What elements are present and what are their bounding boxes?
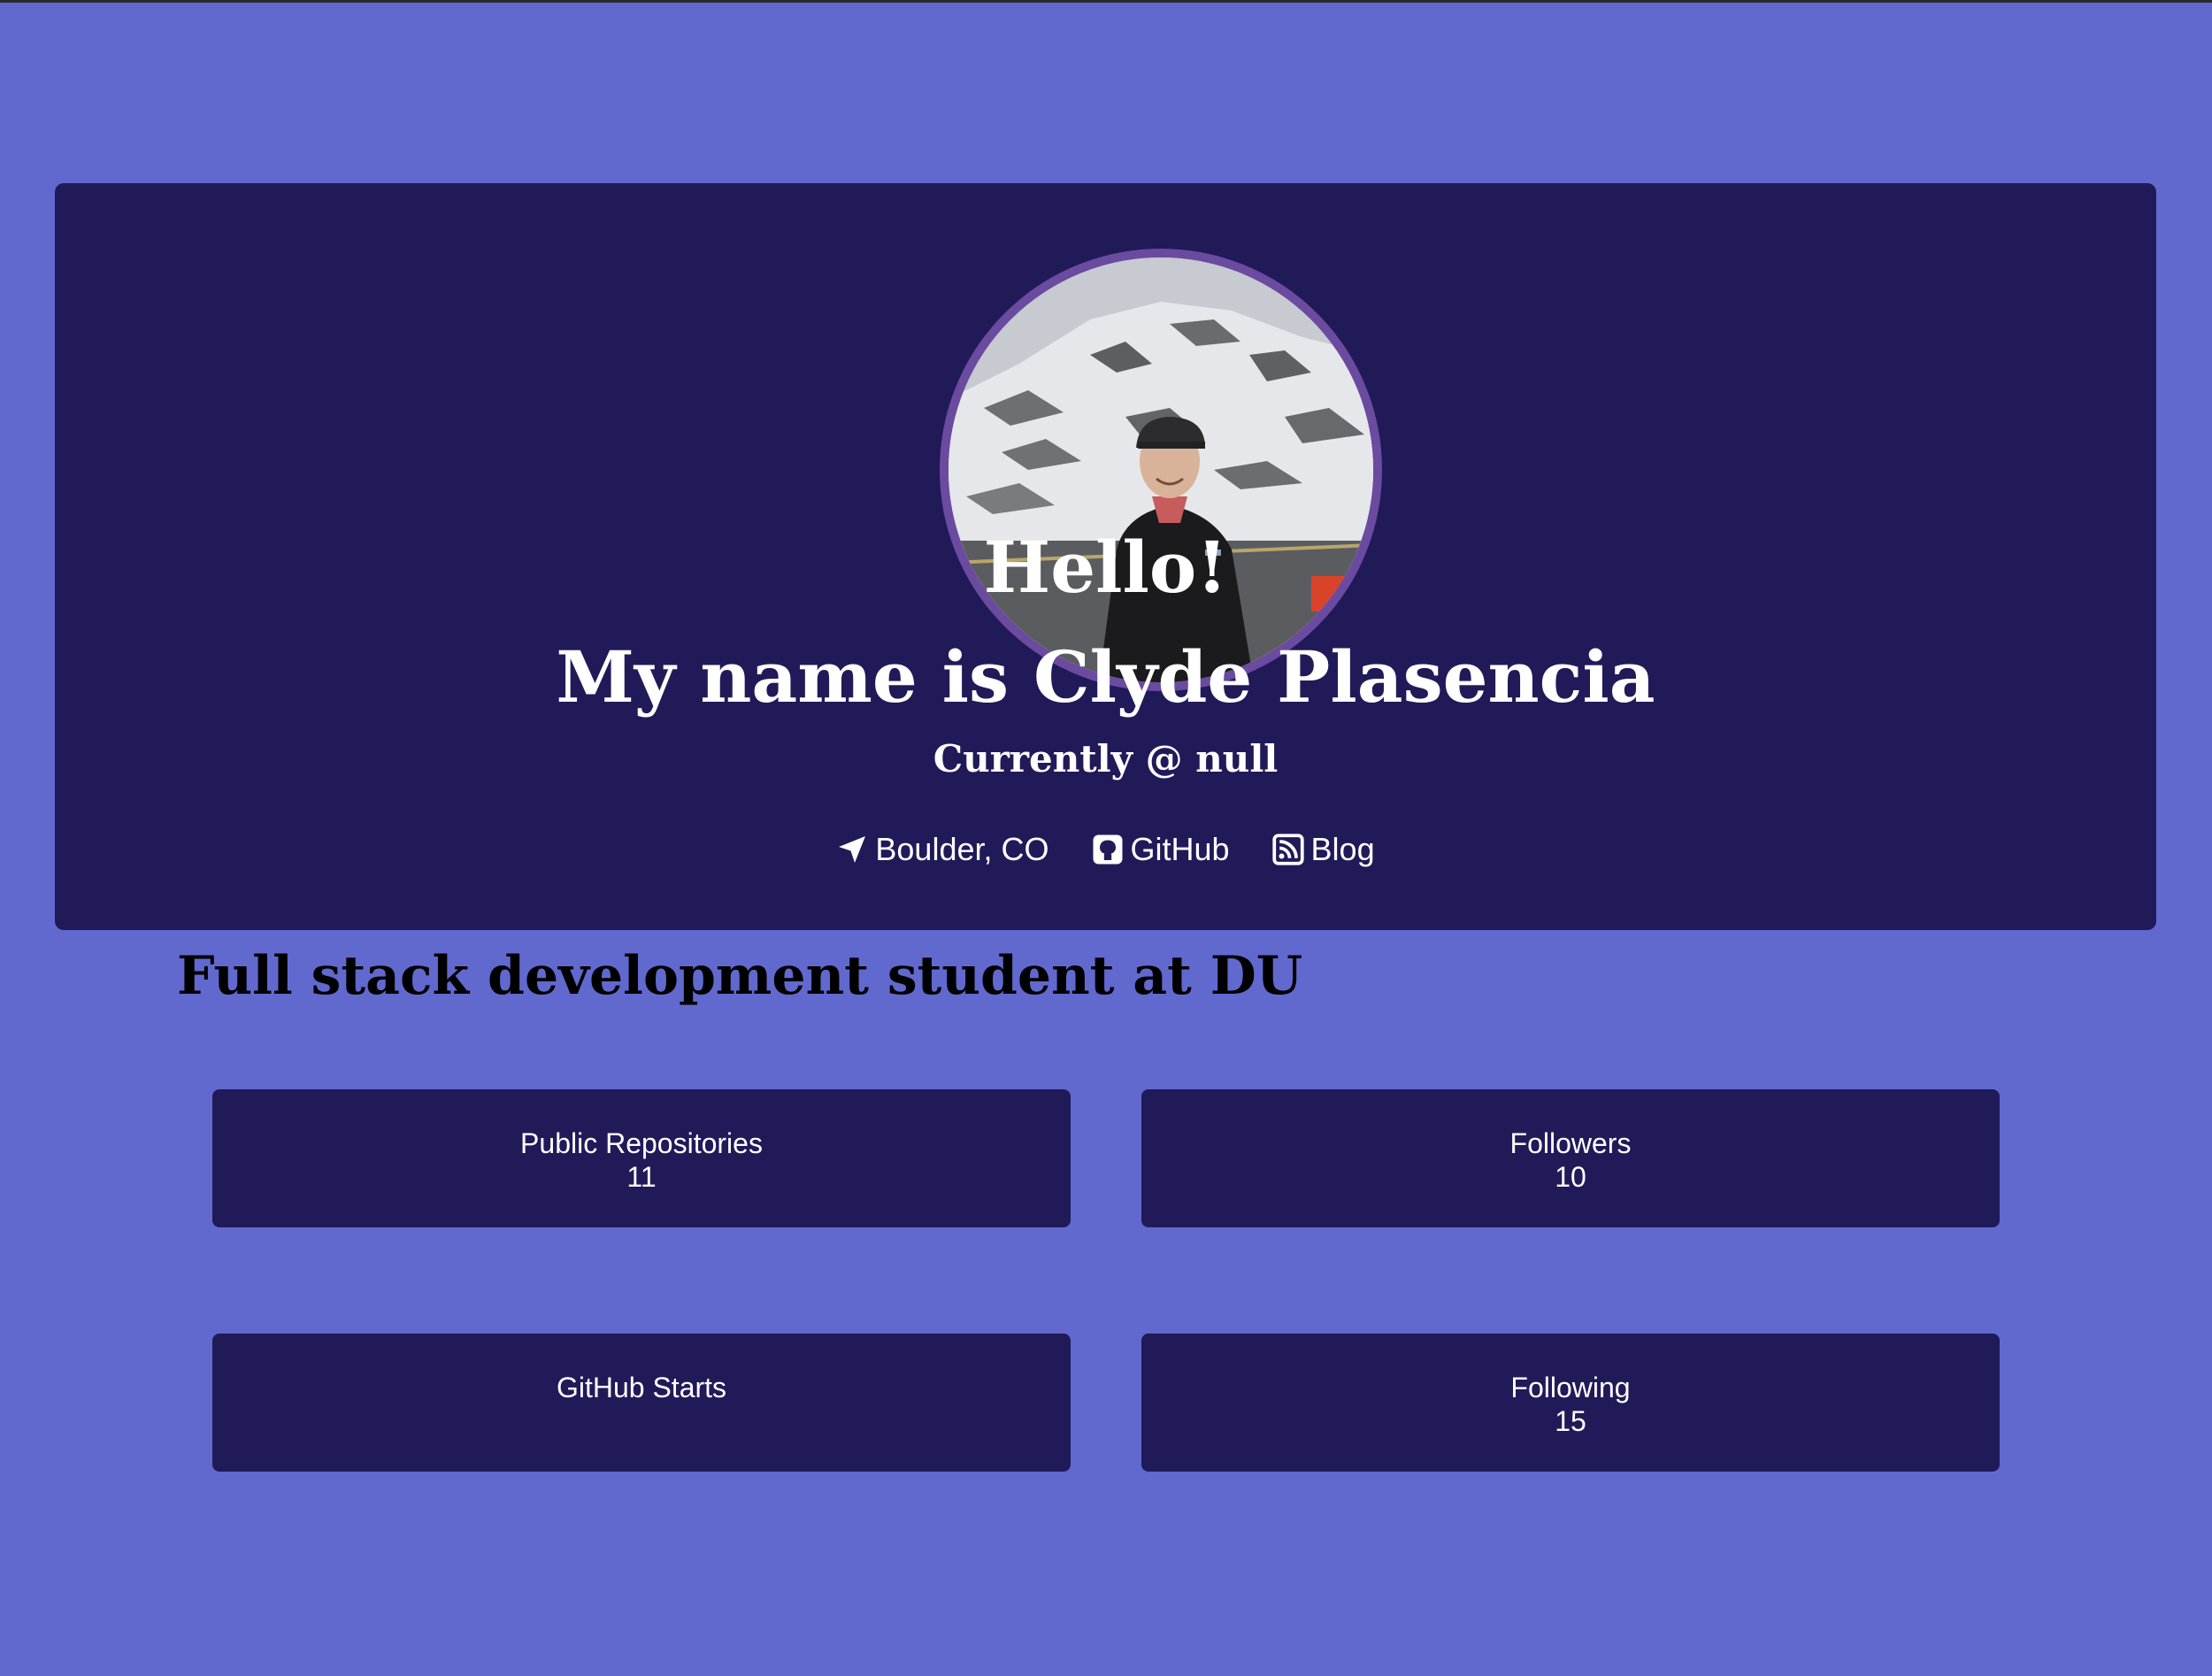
github-icon <box>1093 834 1122 865</box>
avatar <box>940 249 1382 691</box>
stat-card-following: Following 15 <box>1141 1334 2000 1472</box>
avatar-photo <box>949 258 1373 682</box>
location-label: Boulder, CO <box>875 831 1049 867</box>
location-arrow-icon <box>839 836 866 863</box>
stat-card-followers: Followers 10 <box>1141 1089 2000 1227</box>
stat-value: 11 <box>626 1161 657 1193</box>
stat-label: Followers <box>1509 1127 1632 1159</box>
stat-label: Following <box>1510 1372 1631 1403</box>
github-link[interactable]: GitHub <box>1092 827 1230 872</box>
stat-label: Public Repositories <box>520 1127 763 1159</box>
profile-links: Boulder, CO GitHub Blog <box>55 827 2156 872</box>
greeting-heading: Hello! <box>983 526 1228 609</box>
location-link[interactable]: Boulder, CO <box>836 827 1049 872</box>
stat-card-github-stars: GitHub Starts <box>212 1334 1071 1472</box>
current-company: Currently @ null <box>933 737 1279 780</box>
stat-value: 15 <box>1555 1405 1586 1437</box>
bio-heading: Full stack development student at DU <box>177 945 1303 1007</box>
blog-link[interactable]: Blog <box>1271 827 1375 872</box>
rss-icon <box>1271 834 1304 865</box>
blog-label: Blog <box>1310 831 1375 867</box>
stat-value: 10 <box>1555 1161 1586 1193</box>
stat-label: GitHub Starts <box>556 1372 727 1403</box>
github-label: GitHub <box>1130 831 1230 867</box>
name-heading: My name is Clyde Plasencia <box>556 635 1655 719</box>
stat-card-public-repositories: Public Repositories 11 <box>212 1089 1071 1227</box>
